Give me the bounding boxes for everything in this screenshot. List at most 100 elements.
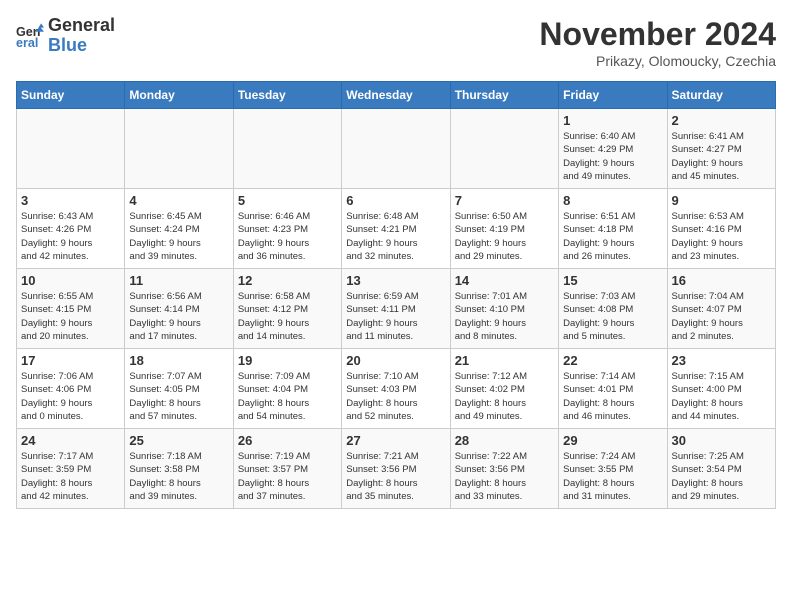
day-number: 28	[455, 433, 554, 448]
svg-text:eral: eral	[16, 36, 38, 50]
calendar-cell: 16 Sunrise: 7:04 AM Sunset: 4:07 PM Dayli…	[667, 269, 775, 349]
day-info: Sunrise: 7:14 AM Sunset: 4:01 PM Dayligh…	[563, 370, 662, 423]
calendar-subtitle: Prikazy, Olomoucky, Czechia	[539, 53, 776, 69]
day-number: 6	[346, 193, 445, 208]
day-number: 7	[455, 193, 554, 208]
weekday-header-wednesday: Wednesday	[342, 82, 450, 109]
calendar-cell: 30Sunrise: 7:25 AM Sunset: 3:54 PM Dayli…	[667, 429, 775, 509]
calendar-cell: 21Sunrise: 7:12 AM Sunset: 4:02 PM Dayli…	[450, 349, 558, 429]
day-number: 29	[563, 433, 662, 448]
calendar-cell: 2Sunrise: 6:41 AM Sunset: 4:27 PM Daylig…	[667, 109, 775, 189]
day-number: 24	[21, 433, 120, 448]
day-info: Sunrise: 6:48 AM Sunset: 4:21 PM Dayligh…	[346, 210, 445, 263]
day-number: 11	[129, 273, 228, 288]
weekday-header-thursday: Thursday	[450, 82, 558, 109]
day-number: 21	[455, 353, 554, 368]
weekday-header-sunday: Sunday	[17, 82, 125, 109]
week-row-3: 10 Sunrise: 6:55 AM Sunset: 4:15 PM Dayli…	[17, 269, 776, 349]
calendar-cell: 14 Sunrise: 7:01 AM Sunset: 4:10 PM Dayli…	[450, 269, 558, 349]
week-row-2: 3 Sunrise: 6:43 AM Sunset: 4:26 PM Daylig…	[17, 189, 776, 269]
day-number: 15	[563, 273, 662, 288]
day-info: Sunrise: 6:58 AM Sunset: 4:12 PM Dayligh…	[238, 290, 337, 343]
day-number: 30	[672, 433, 771, 448]
day-info: Sunrise: 7:15 AM Sunset: 4:00 PM Dayligh…	[672, 370, 771, 423]
day-number: 13	[346, 273, 445, 288]
calendar-cell: 10 Sunrise: 6:55 AM Sunset: 4:15 PM Dayli…	[17, 269, 125, 349]
calendar-cell: 29Sunrise: 7:24 AM Sunset: 3:55 PM Dayli…	[559, 429, 667, 509]
calendar-cell: 1 Sunrise: 6:40 AM Sunset: 4:29 PM Daylig…	[559, 109, 667, 189]
calendar-cell: 28 Sunrise: 7:22 AM Sunset: 3:56 PM Dayli…	[450, 429, 558, 509]
calendar-cell: 20 Sunrise: 7:10 AM Sunset: 4:03 PM Dayli…	[342, 349, 450, 429]
day-info: Sunrise: 7:21 AM Sunset: 3:56 PM Dayligh…	[346, 450, 445, 503]
day-number: 4	[129, 193, 228, 208]
calendar-table: SundayMondayTuesdayWednesdayThursdayFrid…	[16, 81, 776, 509]
day-info: Sunrise: 6:46 AM Sunset: 4:23 PM Dayligh…	[238, 210, 337, 263]
day-info: Sunrise: 6:45 AM Sunset: 4:24 PM Dayligh…	[129, 210, 228, 263]
day-info: Sunrise: 6:55 AM Sunset: 4:15 PM Dayligh…	[21, 290, 120, 343]
day-info: Sunrise: 6:56 AM Sunset: 4:14 PM Dayligh…	[129, 290, 228, 343]
day-number: 1	[563, 113, 662, 128]
day-info: Sunrise: 7:04 AM Sunset: 4:07 PM Dayligh…	[672, 290, 771, 343]
day-number: 20	[346, 353, 445, 368]
week-row-4: 17 Sunrise: 7:06 AM Sunset: 4:06 PM Dayli…	[17, 349, 776, 429]
logo-text-general: General	[48, 15, 115, 35]
day-info: Sunrise: 6:43 AM Sunset: 4:26 PM Dayligh…	[21, 210, 120, 263]
calendar-cell: 5 Sunrise: 6:46 AM Sunset: 4:23 PM Daylig…	[233, 189, 341, 269]
day-info: Sunrise: 7:10 AM Sunset: 4:03 PM Dayligh…	[346, 370, 445, 423]
calendar-cell: 17 Sunrise: 7:06 AM Sunset: 4:06 PM Dayli…	[17, 349, 125, 429]
calendar-cell: 23 Sunrise: 7:15 AM Sunset: 4:00 PM Dayli…	[667, 349, 775, 429]
calendar-cell: 6 Sunrise: 6:48 AM Sunset: 4:21 PM Daylig…	[342, 189, 450, 269]
logo-text-blue: Blue	[48, 35, 87, 55]
calendar-body: 1 Sunrise: 6:40 AM Sunset: 4:29 PM Daylig…	[17, 109, 776, 509]
day-number: 9	[672, 193, 771, 208]
calendar-cell: 13 Sunrise: 6:59 AM Sunset: 4:11 PM Dayli…	[342, 269, 450, 349]
day-number: 16	[672, 273, 771, 288]
day-number: 8	[563, 193, 662, 208]
day-info: Sunrise: 6:53 AM Sunset: 4:16 PM Dayligh…	[672, 210, 771, 263]
week-row-1: 1 Sunrise: 6:40 AM Sunset: 4:29 PM Daylig…	[17, 109, 776, 189]
calendar-title: November 2024	[539, 16, 776, 53]
calendar-cell: 9 Sunrise: 6:53 AM Sunset: 4:16 PM Daylig…	[667, 189, 775, 269]
calendar-cell: 18 Sunrise: 7:07 AM Sunset: 4:05 PM Dayli…	[125, 349, 233, 429]
page-header: Gen eral General Blue November 2024 Prik…	[16, 16, 776, 69]
calendar-cell: 26Sunrise: 7:19 AM Sunset: 3:57 PM Dayli…	[233, 429, 341, 509]
calendar-cell: 11 Sunrise: 6:56 AM Sunset: 4:14 PM Dayli…	[125, 269, 233, 349]
calendar-cell: 3 Sunrise: 6:43 AM Sunset: 4:26 PM Daylig…	[17, 189, 125, 269]
weekday-header-row: SundayMondayTuesdayWednesdayThursdayFrid…	[17, 82, 776, 109]
day-info: Sunrise: 6:50 AM Sunset: 4:19 PM Dayligh…	[455, 210, 554, 263]
calendar-cell: 4 Sunrise: 6:45 AM Sunset: 4:24 PM Daylig…	[125, 189, 233, 269]
day-number: 3	[21, 193, 120, 208]
day-number: 19	[238, 353, 337, 368]
day-info: Sunrise: 6:51 AM Sunset: 4:18 PM Dayligh…	[563, 210, 662, 263]
calendar-cell: 22Sunrise: 7:14 AM Sunset: 4:01 PM Dayli…	[559, 349, 667, 429]
calendar-cell: 19Sunrise: 7:09 AM Sunset: 4:04 PM Dayli…	[233, 349, 341, 429]
day-info: Sunrise: 7:01 AM Sunset: 4:10 PM Dayligh…	[455, 290, 554, 343]
weekday-header-friday: Friday	[559, 82, 667, 109]
calendar-cell: 8 Sunrise: 6:51 AM Sunset: 4:18 PM Daylig…	[559, 189, 667, 269]
day-info: Sunrise: 6:59 AM Sunset: 4:11 PM Dayligh…	[346, 290, 445, 343]
day-info: Sunrise: 7:18 AM Sunset: 3:58 PM Dayligh…	[129, 450, 228, 503]
calendar-cell	[342, 109, 450, 189]
calendar-cell: 12Sunrise: 6:58 AM Sunset: 4:12 PM Dayli…	[233, 269, 341, 349]
day-number: 23	[672, 353, 771, 368]
day-number: 14	[455, 273, 554, 288]
day-info: Sunrise: 7:06 AM Sunset: 4:06 PM Dayligh…	[21, 370, 120, 423]
week-row-5: 24Sunrise: 7:17 AM Sunset: 3:59 PM Dayli…	[17, 429, 776, 509]
title-section: November 2024 Prikazy, Olomoucky, Czechi…	[539, 16, 776, 69]
day-number: 18	[129, 353, 228, 368]
calendar-cell	[233, 109, 341, 189]
calendar-cell: 24Sunrise: 7:17 AM Sunset: 3:59 PM Dayli…	[17, 429, 125, 509]
weekday-header-tuesday: Tuesday	[233, 82, 341, 109]
calendar-cell: 25 Sunrise: 7:18 AM Sunset: 3:58 PM Dayli…	[125, 429, 233, 509]
day-number: 2	[672, 113, 771, 128]
day-info: Sunrise: 7:22 AM Sunset: 3:56 PM Dayligh…	[455, 450, 554, 503]
day-info: Sunrise: 6:40 AM Sunset: 4:29 PM Dayligh…	[563, 130, 662, 183]
day-number: 25	[129, 433, 228, 448]
day-number: 10	[21, 273, 120, 288]
day-number: 5	[238, 193, 337, 208]
day-info: Sunrise: 7:07 AM Sunset: 4:05 PM Dayligh…	[129, 370, 228, 423]
day-number: 17	[21, 353, 120, 368]
calendar-cell: 27Sunrise: 7:21 AM Sunset: 3:56 PM Dayli…	[342, 429, 450, 509]
logo: Gen eral General Blue	[16, 16, 115, 56]
calendar-cell: 7 Sunrise: 6:50 AM Sunset: 4:19 PM Daylig…	[450, 189, 558, 269]
